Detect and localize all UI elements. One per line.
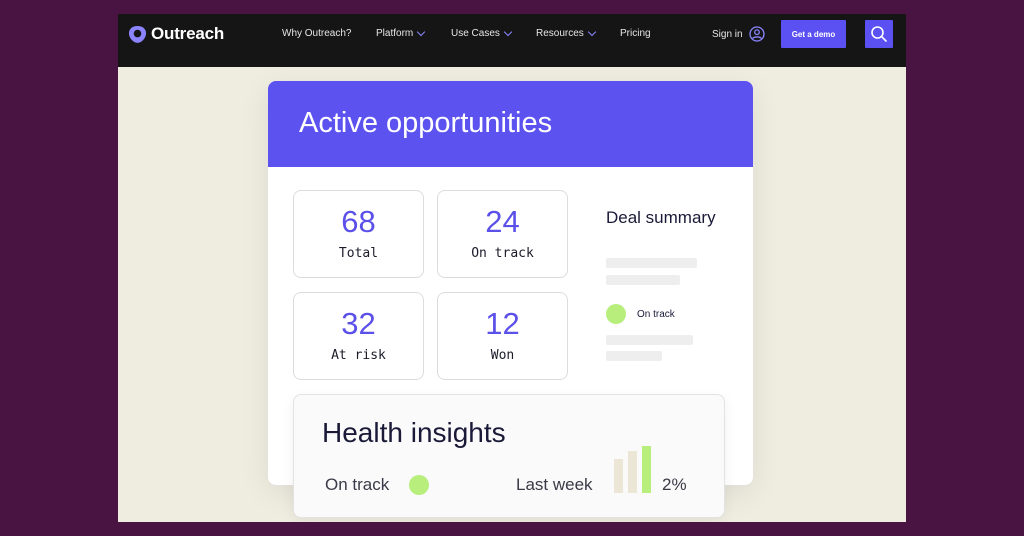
search-button[interactable]	[865, 20, 893, 48]
nav-pricing[interactable]: Pricing	[620, 28, 651, 39]
nav-why-outreach-label: Why Outreach?	[282, 28, 352, 39]
logo-link[interactable]: Outreach	[128, 24, 224, 44]
stat-label: Won	[490, 348, 515, 363]
nav-use-cases-label: Use Cases	[451, 28, 500, 39]
stat-label: Total	[338, 246, 379, 261]
nav-pricing-label: Pricing	[620, 28, 651, 39]
placeholder-line	[606, 335, 693, 345]
health-insights-title: Health insights	[322, 417, 506, 448]
sign-in-link[interactable]: Sign in	[712, 26, 765, 42]
trend-bar	[614, 459, 623, 493]
stat-total: 68 Total	[293, 190, 424, 278]
placeholder-line	[606, 258, 697, 268]
deal-summary-title: Deal summary	[606, 208, 716, 227]
placeholder-line	[606, 351, 662, 361]
sign-in-label: Sign in	[712, 28, 743, 40]
chevron-down-icon	[587, 27, 597, 36]
browser-viewport: Outreach Why Outreach? Platform Use Case…	[118, 14, 906, 522]
stat-value: 12	[485, 306, 520, 341]
stat-on-track: 24 On track	[437, 190, 568, 278]
stat-value: 68	[341, 204, 376, 239]
search-icon	[871, 26, 887, 42]
nav-platform-label: Platform	[376, 28, 414, 39]
logo-text: Outreach	[151, 24, 225, 43]
get-demo-label: Get a demo	[791, 29, 836, 39]
deal-status-label: On track	[637, 309, 675, 320]
nav-platform[interactable]: Platform	[376, 27, 426, 39]
stat-won: 12 Won	[437, 292, 568, 380]
green-dot-icon	[606, 304, 626, 324]
stat-label: On track	[471, 246, 534, 261]
chevron-down-icon	[416, 27, 426, 36]
nav-resources-label: Resources	[536, 28, 584, 39]
card-header: Active opportunities	[268, 81, 753, 167]
health-insights-card: Health insights On track Last week 2%	[293, 394, 725, 518]
green-dot-icon	[409, 475, 429, 495]
stat-value: 24	[485, 204, 520, 239]
health-percent: 2%	[662, 475, 687, 494]
placeholder-line	[606, 275, 680, 285]
nav-resources[interactable]: Resources	[536, 27, 597, 39]
chevron-down-icon	[503, 27, 513, 36]
nav-use-cases[interactable]: Use Cases	[451, 27, 513, 39]
stat-at-risk: 32 At risk	[293, 292, 424, 380]
get-demo-button[interactable]: Get a demo	[781, 20, 846, 48]
stat-label: At risk	[331, 348, 386, 363]
nav-why-outreach[interactable]: Why Outreach?	[282, 28, 351, 39]
trend-bar	[628, 451, 637, 493]
top-navigation: Outreach Why Outreach? Platform Use Case…	[118, 14, 906, 67]
trend-bar	[642, 446, 651, 493]
user-circle-icon	[748, 26, 765, 42]
stat-value: 32	[341, 306, 376, 341]
health-status-label: On track	[325, 475, 390, 494]
health-period-label: Last week	[516, 475, 593, 494]
card-title: Active opportunities	[299, 107, 553, 139]
outreach-logo-icon	[128, 25, 147, 43]
